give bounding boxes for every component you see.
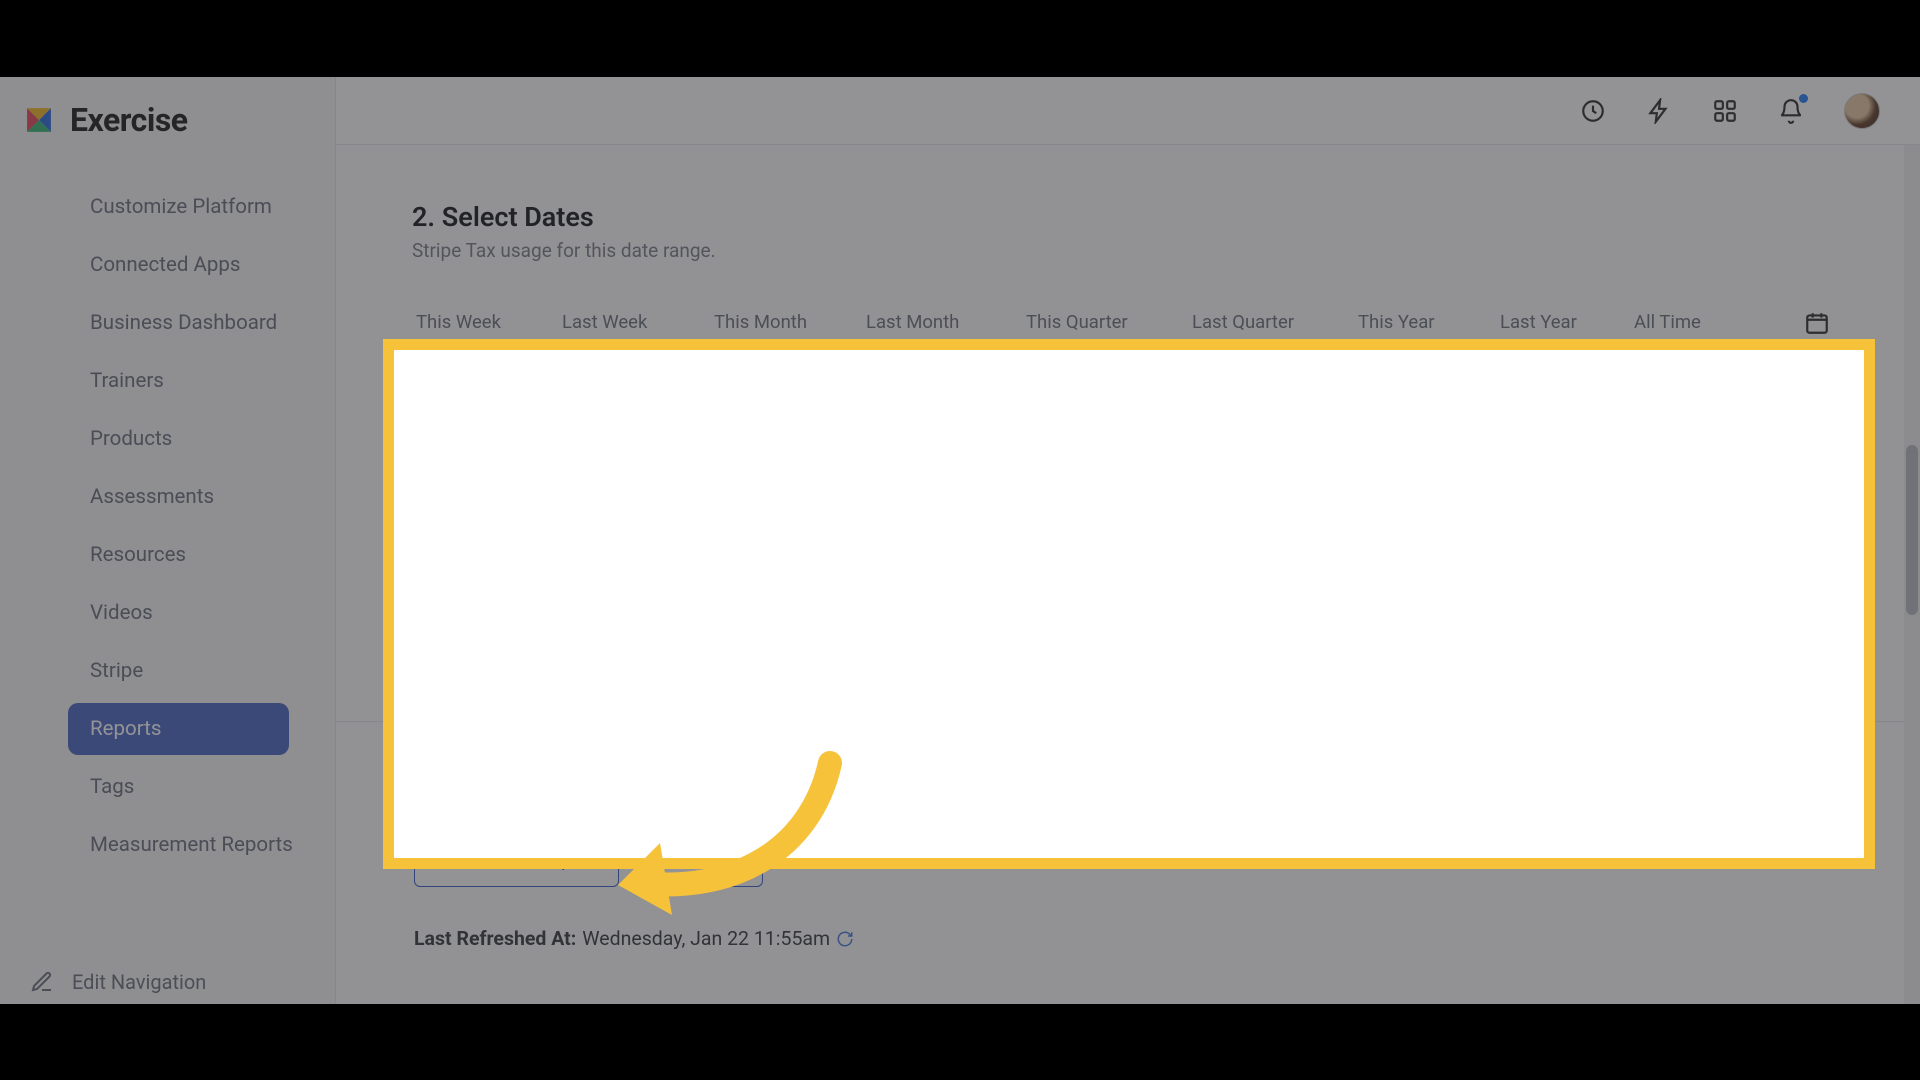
preset-this-month[interactable]: This Month [714, 311, 866, 333]
letterbox-bottom [0, 1004, 1920, 1080]
sidebar-item-videos[interactable]: Videos [0, 587, 335, 639]
refresh-icon [836, 930, 854, 948]
date-range-nav: Jan 28, 2025 - Feb 3, 2025 [336, 370, 1904, 397]
sidebar: Exercise Customize Platform Connected Ap… [0, 77, 336, 1004]
preset-this-year[interactable]: This Year [1358, 311, 1500, 333]
date-range-display: Jan 28, 2025 - Feb 3, 2025 [986, 370, 1253, 397]
last-refreshed: Last Refreshed At: Wednesday, Jan 22 11:… [336, 887, 1904, 950]
calendar-icon[interactable] [1804, 310, 1828, 334]
preset-this-quarter[interactable]: This Quarter [1026, 311, 1192, 333]
report-actions: Refresh Report [336, 803, 1904, 887]
scrollbar-thumb[interactable] [1906, 445, 1918, 615]
utc-label: Use UTC Dates? [437, 477, 576, 500]
table-icon [1569, 682, 1587, 700]
sidebar-nav: Customize Platform Connected Apps Busine… [0, 147, 335, 871]
last-refreshed-value: Wednesday, Jan 22 11:55am [582, 927, 830, 950]
date-preset-row: This Week Last Week This Month Last Mont… [336, 310, 1904, 334]
report-description: This report lists Stripe Tax calculation… [336, 722, 1904, 803]
report-header: Stripe Tax Usage Import Into Google Shee… [336, 673, 1904, 722]
mini-refresh-button[interactable] [836, 930, 854, 948]
preset-last-quarter[interactable]: Last Quarter [1192, 311, 1358, 333]
main-content: 2. Select Dates Stripe Tax usage for thi… [336, 145, 1904, 1004]
app-viewport: Exercise Customize Platform Connected Ap… [0, 77, 1920, 1004]
sidebar-item-reports[interactable]: Reports [68, 703, 289, 755]
sidebar-item-customize-platform[interactable]: Customize Platform [0, 181, 335, 233]
sidebar-item-stripe[interactable]: Stripe [0, 645, 335, 697]
lightning-icon[interactable] [1646, 98, 1672, 124]
utc-checkbox[interactable] [414, 481, 429, 496]
brand-logo-icon [22, 103, 56, 137]
sidebar-item-trainers[interactable]: Trainers [0, 355, 335, 407]
date-prev-button[interactable] [946, 371, 972, 397]
utc-row: Use UTC Dates? ? [336, 477, 1904, 500]
preset-last-year[interactable]: Last Year [1500, 311, 1634, 333]
sidebar-item-business-dashboard[interactable]: Business Dashboard [0, 297, 335, 349]
sidebar-item-assessments[interactable]: Assessments [0, 471, 335, 523]
section-select-filters: 3. Select Filters [336, 530, 1904, 609]
vertical-scrollbar[interactable] [1904, 145, 1920, 1004]
edit-navigation-button[interactable]: Edit Navigation [30, 970, 206, 994]
secondary-action-button[interactable] [637, 835, 763, 887]
import-google-sheets-link[interactable]: Import Into Google Sheets [1569, 679, 1828, 703]
section-select-dates-title: 2. Select Dates [412, 201, 1828, 233]
sidebar-item-connected-apps[interactable]: Connected Apps [0, 239, 335, 291]
preset-all-time[interactable]: All Time [1634, 311, 1774, 333]
refresh-icon [439, 853, 455, 869]
sidebar-item-measurement-reports[interactable]: Measurement Reports [0, 819, 335, 871]
refresh-report-button[interactable]: Refresh Report [414, 835, 619, 887]
topbar [336, 77, 1920, 145]
report-title: Stripe Tax Usage [414, 673, 610, 703]
section-select-dates-subtitle: Stripe Tax usage for this date range. [412, 239, 1828, 262]
brand: Exercise [0, 77, 335, 147]
bell-icon[interactable] [1778, 98, 1804, 124]
preset-last-month[interactable]: Last Month [866, 311, 1026, 333]
sidebar-item-resources[interactable]: Resources [0, 529, 335, 581]
sidebar-item-tags[interactable]: Tags [0, 761, 335, 813]
avatar[interactable] [1844, 93, 1880, 129]
date-next-button[interactable] [1268, 371, 1294, 397]
sidebar-item-products[interactable]: Products [0, 413, 335, 465]
import-google-sheets-label: Import Into Google Sheets [1595, 679, 1828, 703]
preset-this-week[interactable]: This Week [416, 311, 562, 333]
last-refreshed-prefix: Last Refreshed At: [414, 927, 576, 950]
preset-last-week[interactable]: Last Week [562, 311, 714, 333]
brand-name: Exercise [70, 101, 188, 139]
edit-navigation-label: Edit Navigation [72, 970, 206, 994]
letterbox-top [0, 0, 1920, 77]
help-icon[interactable]: ? [584, 480, 602, 498]
apps-icon[interactable] [1712, 98, 1738, 124]
notification-dot [1799, 94, 1808, 103]
refresh-report-label: Refresh Report [465, 850, 594, 872]
section-select-dates: 2. Select Dates Stripe Tax usage for thi… [336, 145, 1904, 262]
section-select-filters-title: 3. Select Filters [414, 558, 1828, 609]
clock-icon[interactable] [1580, 98, 1606, 124]
